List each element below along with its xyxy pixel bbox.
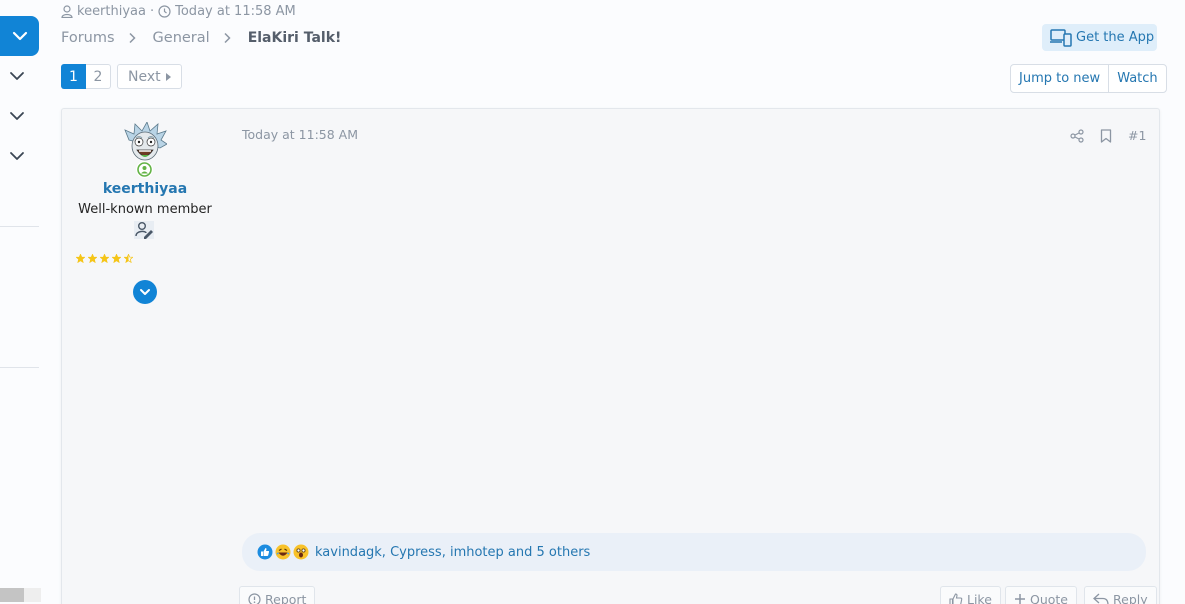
sidebar-toggle-active[interactable] [0, 16, 39, 56]
user-avatar[interactable] [123, 122, 167, 166]
reply-button[interactable]: Reply [1084, 586, 1157, 604]
sidebar-toggle-1[interactable] [0, 61, 34, 91]
sidebar-toggle-2[interactable] [0, 101, 34, 131]
get-app-button[interactable]: Get the App [1042, 24, 1157, 51]
reply-icon [1093, 593, 1109, 604]
post-username[interactable]: keerthiyaa [62, 181, 228, 197]
laugh-icon [275, 544, 291, 560]
page-2[interactable]: 2 [86, 64, 111, 89]
like-label: Like [967, 591, 992, 604]
breadcrumb-forums[interactable]: Forums [61, 30, 115, 46]
thread-author[interactable]: keerthiyaa [77, 4, 146, 19]
chevron-right-icon [128, 32, 136, 44]
breadcrumb-current[interactable]: ElaKiri Talk! [248, 30, 342, 46]
thread-meta: keerthiyaa · Today at 11:58 AM [61, 3, 296, 19]
thread-action-buttons: Jump to new Watch [1010, 64, 1167, 93]
breadcrumb-general[interactable]: General [153, 30, 210, 46]
share-icon[interactable] [1070, 128, 1084, 143]
clock-icon [158, 4, 171, 18]
like-icon [257, 544, 273, 560]
star-full-icon [76, 254, 85, 263]
sidebar-divider [0, 226, 39, 227]
plus-icon [1015, 594, 1025, 604]
horizontal-scrollbar-thumb[interactable] [0, 588, 24, 602]
thread-start-time: Today at 11:58 AM [175, 3, 296, 19]
star-half-icon [124, 254, 133, 263]
quote-label: Quote [1030, 591, 1069, 604]
get-app-label: Get the App [1076, 30, 1155, 45]
star-full-icon [112, 254, 121, 263]
reply-label: Reply [1113, 591, 1148, 604]
next-label: Next [128, 68, 161, 85]
thumbs-up-icon [949, 592, 963, 604]
caret-right-icon [165, 72, 171, 81]
breadcrumb: Forums General ElaKiri Talk! [61, 28, 341, 48]
chevron-down-icon [12, 31, 27, 41]
like-button[interactable]: Like [940, 586, 1001, 604]
report-label: Report [265, 591, 307, 604]
post-user-cell: keerthiyaa Well-known member [62, 109, 228, 604]
user-icon [61, 4, 73, 18]
post-timestamp[interactable]: Today at 11:58 AM [242, 127, 358, 142]
post-message: keerthiyaa Well-known member Today at 11… [61, 108, 1160, 604]
post-number[interactable]: #1 [1128, 128, 1146, 143]
chevron-down-icon [140, 289, 150, 295]
bookmark-icon[interactable] [1100, 128, 1112, 143]
star-full-icon [88, 254, 97, 263]
left-sidebar [0, 0, 41, 604]
chevron-down-icon [10, 152, 24, 160]
chevron-right-icon [223, 32, 231, 44]
meta-separator: · [149, 3, 155, 19]
chevron-down-icon [10, 112, 24, 120]
chevron-down-icon [10, 72, 24, 80]
quote-button[interactable]: Quote [1005, 586, 1078, 604]
user-rating-stars [76, 254, 133, 263]
post-actions: #1 [1070, 128, 1146, 143]
reactions-bar[interactable]: kavindagk, Cypress, imhotep and 5 others [242, 533, 1146, 571]
report-button[interactable]: Report [239, 586, 316, 604]
jump-to-new-button[interactable]: Jump to new [1011, 65, 1108, 92]
reactions-list[interactable]: kavindagk, Cypress, imhotep and 5 others [315, 545, 590, 560]
star-full-icon [100, 254, 109, 263]
online-status-icon [136, 161, 153, 178]
sidebar-divider [0, 367, 39, 368]
devices-icon [1050, 28, 1072, 47]
next-page-button[interactable]: Next [117, 64, 182, 89]
sidebar-toggle-3[interactable] [0, 141, 34, 171]
user-title: Well-known member [78, 202, 212, 217]
user-edit-icon [134, 221, 154, 239]
alert-icon [248, 592, 261, 604]
watch-button[interactable]: Watch [1108, 65, 1165, 92]
pagination: 1 2 Next [61, 64, 182, 89]
expand-user-info-button[interactable] [133, 280, 157, 304]
wow-icon [293, 544, 309, 560]
page-1[interactable]: 1 [61, 64, 86, 89]
horizontal-scrollbar-track[interactable] [24, 588, 41, 602]
